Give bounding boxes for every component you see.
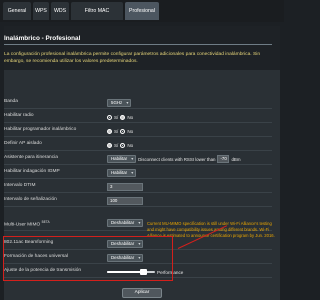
beta-badge: BETA [41,220,50,224]
chevron-down-icon: ▼ [125,101,130,105]
row-programador: Habilitar programador inalámbrico Sí No [4,125,272,137]
tab-wds[interactable]: WDS [51,2,69,20]
mumimo-label: Multi-User MIMO BETA [4,220,50,228]
row-beacon: Intervalo de señalización 100 [4,195,272,207]
igmp-select[interactable]: Habilitar ▼ [107,169,137,177]
habilitar-radio-no-label: No [127,114,134,120]
tab-filtro-mac[interactable]: Filtro MAC inalámbrico [71,2,123,32]
dtim-input[interactable]: 3 [107,183,143,191]
banda-select[interactable]: 5GHz ▼ [107,99,132,107]
apply-button[interactable]: Aplicar [122,288,162,298]
igmp-value: Habilitar [111,170,128,175]
row-dtim: Intervalo DTIM 3 [4,181,272,193]
rssi-input[interactable]: -70 [217,155,230,163]
tab-bar: General WPS WDS Filtro MAC inalámbrico P… [0,0,284,32]
banda-label: Banda [4,99,18,104]
itinerancia-label: Asistente para itinerancia [4,155,58,160]
chevron-down-icon: ▼ [130,157,135,161]
dtim-label: Intervalo DTIM [4,183,36,188]
habilitar-radio-no-radio[interactable] [120,114,126,120]
habilitar-radio-label: Habilitar radio [4,113,34,118]
programador-no-radio[interactable] [120,128,126,134]
row-ap-aislado: Definir AP aislado Sí No [4,139,272,151]
highlight-box [3,236,173,281]
rssi-text: Disconnect clients with RSSI lower than [138,156,216,162]
page-title: Inalámbrico - Profesional [4,35,81,42]
title-divider [4,44,272,45]
beacon-input[interactable]: 100 [107,197,143,205]
chevron-down-icon: ▼ [137,221,142,225]
beacon-label: Intervalo de señalización [4,197,57,202]
ap-aislado-label: Definir AP aislado [4,141,42,146]
itinerancia-select[interactable]: Habilitar ▼ [107,155,137,163]
row-habilitar-radio: Habilitar radio Sí No [4,111,272,123]
chevron-down-icon: ▼ [130,171,135,175]
ap-aislado-si-label: Sí [114,142,119,148]
tab-wps[interactable]: WPS [33,2,49,20]
row-itinerancia: Asistente para itinerancia Habilitar ▼ Di… [4,153,272,165]
mumimo-label-text: Multi-User MIMO [4,222,41,228]
tab-general[interactable]: General [3,2,31,20]
ap-aislado-no-label: No [127,142,134,148]
row-igmp: Habilitar indagación IGMP Habilitar ▼ [4,167,272,179]
programador-si-radio[interactable] [107,128,112,134]
ap-aislado-no-radio[interactable] [120,142,126,148]
programador-label: Habilitar programador inalámbrico [4,127,77,132]
habilitar-radio-si-label: Sí [114,114,119,120]
itinerancia-value: Habilitar [111,156,128,161]
habilitar-radio-si-radio[interactable] [107,114,112,120]
programador-si-label: Sí [114,128,119,134]
tab-profesional[interactable]: Profesional [125,2,159,20]
row-banda: Banda 5GHz ▼ [4,97,272,109]
page-description: La configuración profesional inalámbrica… [4,52,261,64]
banda-value: 5GHz [111,100,123,105]
rssi-unit: dBm [231,156,241,162]
programador-no-label: No [127,128,134,134]
mumimo-select[interactable]: Deshabilitar ▼ [107,219,144,227]
mumimo-value: Deshabilitar [111,220,135,225]
igmp-label: Habilitar indagación IGMP [4,169,60,174]
ap-aislado-si-radio[interactable] [107,142,112,148]
